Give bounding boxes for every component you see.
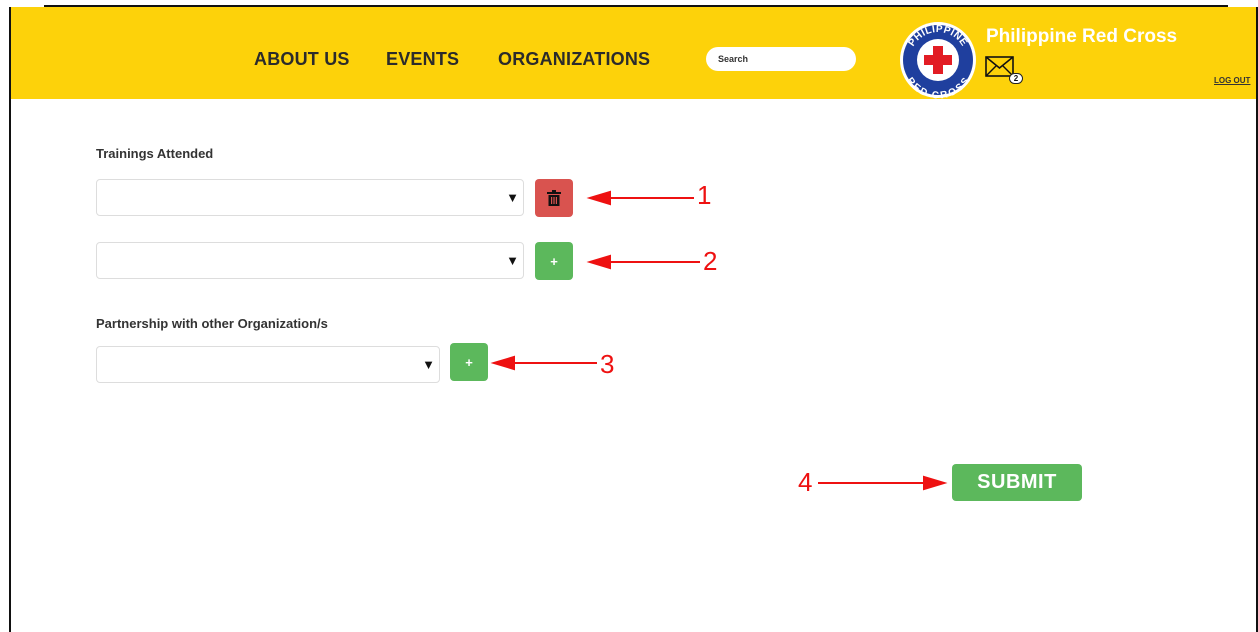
annotation-number-2: 2 bbox=[703, 246, 718, 276]
logout-link[interactable]: LOG OUT bbox=[1214, 76, 1250, 85]
nav-organizations[interactable]: ORGANIZATIONS bbox=[498, 49, 650, 70]
submit-button[interactable]: SUBMIT bbox=[952, 464, 1082, 501]
dropdown-arrow-icon: ▼ bbox=[506, 253, 519, 268]
annotation-arrowhead-4 bbox=[923, 475, 948, 491]
training-select-2[interactable]: ▼ bbox=[96, 242, 524, 279]
partnership-label: Partnership with other Organization/s bbox=[96, 316, 328, 331]
delete-training-button[interactable] bbox=[535, 179, 573, 217]
mail-count-badge: 2 bbox=[1009, 73, 1023, 84]
training-select-1[interactable]: ▼ bbox=[96, 179, 524, 216]
trash-icon bbox=[547, 190, 561, 206]
red-cross-logo: PHILIPPINE RED CROSS bbox=[900, 22, 976, 100]
annotation-arrowhead-2 bbox=[586, 254, 611, 270]
dropdown-arrow-icon: ▼ bbox=[506, 190, 519, 205]
add-partnership-button[interactable]: + bbox=[450, 343, 488, 381]
nav-events[interactable]: EVENTS bbox=[386, 49, 459, 70]
annotation-number-3: 3 bbox=[600, 349, 615, 379]
annotation-arrowhead-1 bbox=[586, 190, 611, 206]
nav-about-us[interactable]: ABOUT US bbox=[254, 49, 350, 70]
annotation-number-1: 1 bbox=[697, 180, 712, 210]
frame-border-left bbox=[9, 7, 11, 632]
brand-title: Philippine Red Cross bbox=[986, 26, 1178, 47]
annotation-arrowhead-3 bbox=[490, 355, 515, 371]
search-input[interactable] bbox=[706, 47, 856, 71]
dropdown-arrow-icon: ▼ bbox=[422, 357, 435, 372]
trainings-attended-label: Trainings Attended bbox=[96, 146, 214, 161]
annotation-number-4: 4 bbox=[798, 467, 813, 497]
partnership-select[interactable]: ▼ bbox=[96, 346, 440, 383]
add-training-button[interactable]: + bbox=[535, 242, 573, 280]
